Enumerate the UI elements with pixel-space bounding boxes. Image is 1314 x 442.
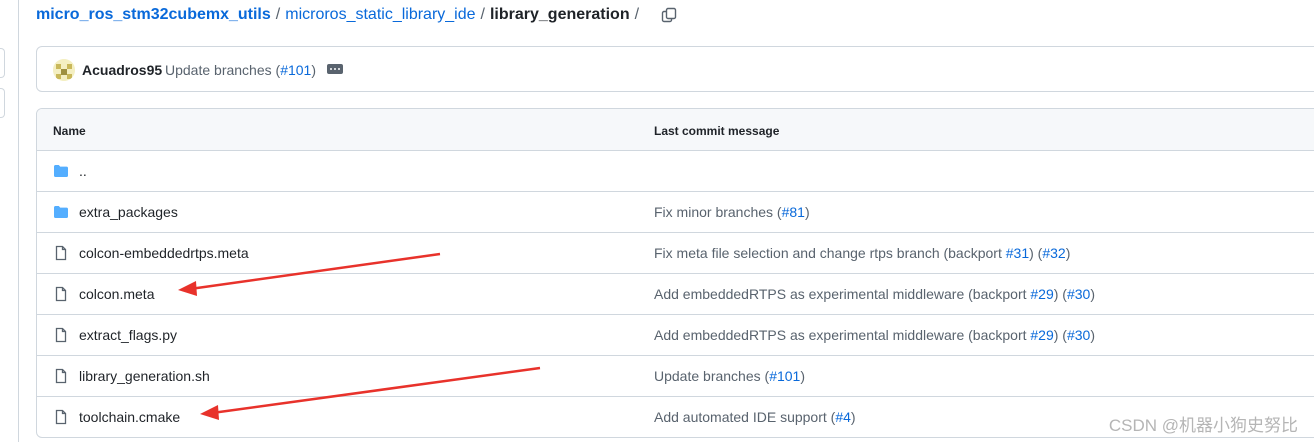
commit-message[interactable]: Update branches (#101): [165, 62, 316, 78]
breadcrumb-separator: /: [275, 6, 281, 23]
table-row[interactable]: extract_flags.py Add embeddedRTPS as expe…: [37, 315, 1314, 356]
file-name-link[interactable]: toolchain.cmake: [79, 409, 180, 425]
file-icon: [55, 409, 67, 425]
row-commit-message[interactable]: Add embeddedRTPS as experimental middlew…: [654, 327, 1095, 343]
table-header: Name Last commit message: [37, 109, 1314, 151]
breadcrumb: micro_ros_stm32cubemx_utils / microros_s…: [36, 4, 678, 26]
file-name-link[interactable]: colcon-embeddedrtps.meta: [79, 245, 249, 261]
pr-link[interactable]: #4: [835, 409, 851, 425]
pr-link[interactable]: #29: [1030, 286, 1053, 302]
row-commit-message[interactable]: Fix meta file selection and change rtps …: [654, 245, 1070, 261]
pr-link[interactable]: #101: [769, 368, 800, 384]
watermark: CSDN @机器小狗史努比: [1108, 416, 1298, 435]
file-icon: [55, 368, 67, 384]
row-commit-message[interactable]: Add automated IDE support (#4): [654, 409, 856, 425]
left-panel-tab[interactable]: [0, 48, 5, 78]
column-header-message: Last commit message: [654, 124, 780, 138]
file-icon: [53, 245, 69, 261]
folder-icon: [54, 206, 68, 218]
table-row[interactable]: ..: [37, 151, 1314, 192]
file-icon: [53, 368, 69, 384]
folder-icon: [53, 163, 69, 179]
file-icon: [55, 245, 67, 261]
latest-commit-bar: Acuadros95 Update branches (#101) 9: [36, 46, 1314, 92]
left-panel-edge: [0, 0, 19, 442]
file-icon: [53, 286, 69, 302]
file-icon: [53, 327, 69, 343]
file-icon: [55, 286, 67, 302]
folder-name-link[interactable]: extra_packages: [79, 204, 178, 220]
more-commit-info-button[interactable]: [327, 64, 343, 74]
left-panel-tab[interactable]: [0, 88, 5, 118]
breadcrumb-separator: /: [634, 6, 640, 23]
file-name-link[interactable]: extract_flags.py: [79, 327, 177, 343]
copy-path-button[interactable]: [660, 6, 678, 24]
table-row[interactable]: extra_packages Fix minor branches (#81): [37, 192, 1314, 233]
table-row[interactable]: library_generation.sh Update branches (#1…: [37, 356, 1314, 397]
folder-icon: [53, 204, 69, 220]
folder-icon: [54, 165, 68, 177]
pr-link[interactable]: #81: [782, 204, 805, 220]
breadcrumb-repo-link[interactable]: micro_ros_stm32cubemx_utils: [36, 6, 271, 24]
file-icon: [55, 327, 67, 343]
table-row[interactable]: colcon.meta Add embeddedRTPS as experimen…: [37, 274, 1314, 315]
file-name-link[interactable]: library_generation.sh: [79, 368, 210, 384]
pr-link[interactable]: #29: [1030, 327, 1053, 343]
breadcrumb-current: library_generation: [489, 6, 630, 23]
commit-author[interactable]: Acuadros95: [82, 62, 162, 78]
file-table: Name Last commit message .. extra_package…: [36, 108, 1314, 438]
avatar[interactable]: [53, 59, 75, 81]
commit-pr-link[interactable]: #101: [280, 62, 311, 78]
pr-link[interactable]: #32: [1042, 245, 1065, 261]
row-commit-message[interactable]: Update branches (#101): [654, 368, 805, 384]
row-commit-message[interactable]: Add embeddedRTPS as experimental middlew…: [654, 286, 1095, 302]
folder-name-link[interactable]: ..: [79, 163, 87, 179]
row-commit-message[interactable]: Fix minor branches (#81): [654, 204, 810, 220]
pr-link[interactable]: #31: [1006, 245, 1029, 261]
file-name-link[interactable]: colcon.meta: [79, 286, 154, 302]
pr-link[interactable]: #30: [1067, 286, 1090, 302]
pr-link[interactable]: #30: [1067, 327, 1090, 343]
copy-icon: [661, 7, 677, 23]
breadcrumb-folder-link[interactable]: microros_static_library_ide: [285, 6, 475, 24]
breadcrumb-separator: /: [480, 6, 485, 23]
column-header-name: Name: [53, 124, 86, 138]
table-row[interactable]: colcon-embeddedrtps.meta Fix meta file se…: [37, 233, 1314, 274]
file-icon: [53, 409, 69, 425]
